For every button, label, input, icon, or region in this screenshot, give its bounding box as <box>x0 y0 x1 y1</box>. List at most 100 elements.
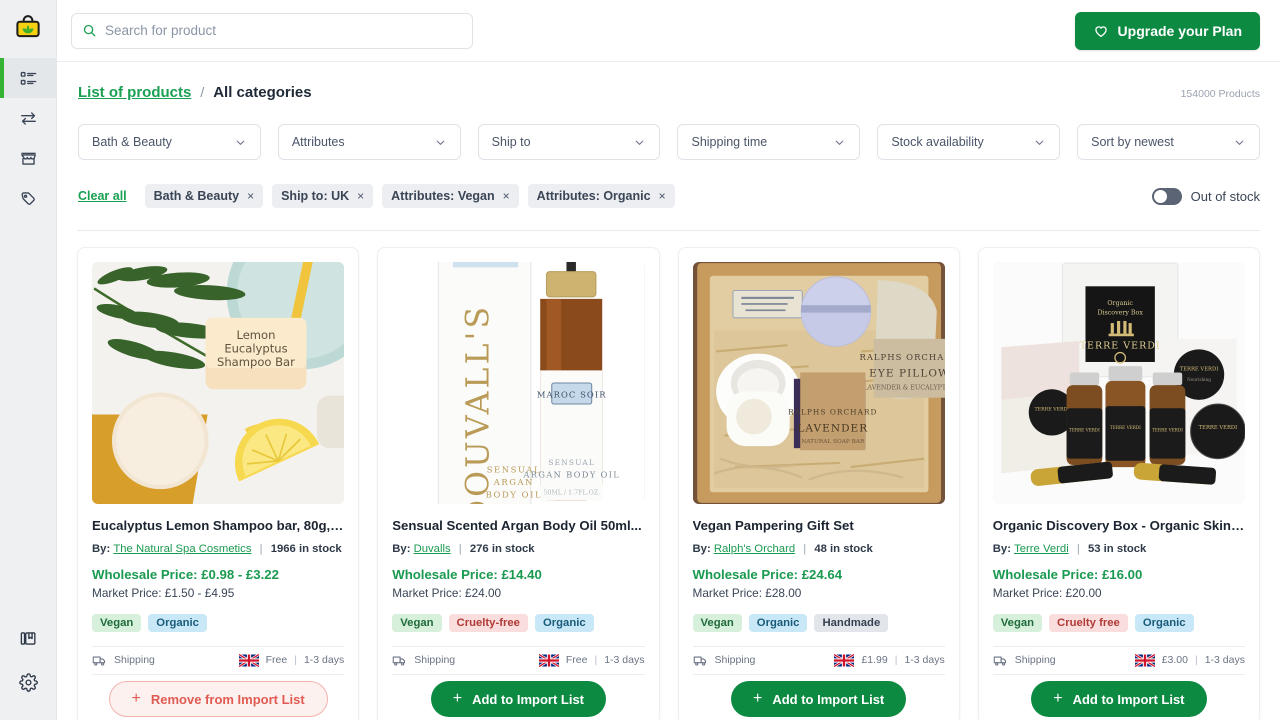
product-title[interactable]: Sensual Scented Argan Body Oil 50ml... <box>392 518 644 534</box>
filter-stock-availability-label: Stock availability <box>891 135 984 149</box>
add-to-import-list-button[interactable]: + Add to Import List <box>730 681 907 718</box>
shipping-separator: | <box>1194 654 1198 667</box>
breadcrumb-current-all-categories: All categories <box>213 84 312 101</box>
filter-shipping-time-select[interactable]: Shipping time <box>677 124 861 160</box>
shipping-cost: Free <box>565 654 588 667</box>
shipping-cost: £1.99 <box>861 654 888 667</box>
product-title[interactable]: Organic Discovery Box - Organic Skin Car… <box>993 518 1245 534</box>
vendor-link[interactable]: Terre Verdi <box>1014 543 1069 555</box>
close-icon[interactable]: × <box>503 189 510 203</box>
shipping-label: Shipping <box>414 654 456 667</box>
product-count-label: 154000 Products <box>1180 88 1260 100</box>
upgrade-plan-label: Upgrade your Plan <box>1117 22 1242 39</box>
shipping-time: 1-3 days <box>1204 654 1245 667</box>
sidebar-item-tags[interactable] <box>0 178 56 218</box>
vendor-link[interactable]: Duvalls <box>414 543 451 555</box>
filter-sort-select[interactable]: Sort by newest <box>1077 124 1260 160</box>
product-title[interactable]: Eucalyptus Lemon Shampoo bar, 80g, Zero.… <box>92 518 344 534</box>
product-card[interactable]: RALPHS ORCHARD EYE PILLOW LAVENDER & EUC… <box>677 247 960 720</box>
filter-category-select[interactable]: Bath & Beauty <box>78 124 261 160</box>
svg-text:MAROC SOIR: MAROC SOIR <box>537 390 607 400</box>
wholesale-price: Wholesale Price: £14.40 <box>392 566 542 582</box>
chevron-down-icon <box>234 136 247 149</box>
filter-chip-label: Bath & Beauty <box>153 189 240 203</box>
button-label: Add to Import List <box>472 691 585 707</box>
badge-vegan: Vegan <box>692 613 742 632</box>
sidebar-item-transfers[interactable] <box>0 98 56 138</box>
filter-chip-attributes-vegan[interactable]: Attributes: Vegan × <box>382 184 519 208</box>
svg-text:EYE PILLOW: EYE PILLOW <box>869 368 945 380</box>
product-card[interactable]: MAROC SOIR DOUVALL'S SENSUAL ARGAN BODY … <box>377 247 660 720</box>
market-price: Market Price: £1.50 - £4.95 <box>92 585 235 600</box>
svg-text:SENSUAL: SENSUAL <box>549 458 596 467</box>
market-price: Market Price: £28.00 <box>692 585 802 600</box>
filter-ship-to-select[interactable]: Ship to <box>477 124 661 160</box>
out-of-stock-label: Out of stock <box>1190 188 1260 204</box>
product-image[interactable]: MAROC SOIR DOUVALL'S SENSUAL ARGAN BODY … <box>392 262 645 504</box>
upgrade-plan-button[interactable]: Upgrade your Plan <box>1074 11 1260 50</box>
storefront-icon <box>19 149 38 168</box>
product-image[interactable]: RALPHS ORCHARD EYE PILLOW LAVENDER & EUC… <box>692 262 945 504</box>
vendor-link[interactable]: The Natural Spa Cosmetics <box>113 543 251 555</box>
app-logo[interactable] <box>0 0 56 56</box>
heart-icon <box>1093 23 1109 39</box>
search-input[interactable] <box>105 23 462 38</box>
vendor-separator: | <box>259 542 263 555</box>
attribute-badges: Vegan Organic Handmade <box>692 613 945 632</box>
douvalls-argan-body-oil-photo: MAROC SOIR DOUVALL'S SENSUAL ARGAN BODY … <box>392 262 645 504</box>
product-card[interactable]: Lemon Eucalyptus Shampoo Bar Eucalyptus … <box>77 247 360 720</box>
product-image[interactable]: Organic Discovery Box TERRE VERDI TERRE … <box>992 262 1245 504</box>
sidebar-bottom-nav <box>0 616 56 704</box>
filter-chip-bath-beauty[interactable]: Bath & Beauty × <box>144 184 264 208</box>
filter-chip-ship-to-uk[interactable]: Ship to: UK × <box>272 184 374 208</box>
truck-icon <box>693 653 708 668</box>
clear-all-button[interactable]: Clear all <box>78 189 127 203</box>
app-root: Upgrade your Plan List of products / All… <box>0 0 1280 720</box>
shipping-details: £1.99 | 1-3 days <box>834 653 945 667</box>
product-card[interactable]: Organic Discovery Box TERRE VERDI TERRE … <box>977 247 1260 720</box>
terre-verdi-organic-discovery-box-photo: Organic Discovery Box TERRE VERDI TERRE … <box>992 262 1245 504</box>
filter-bar: Bath & Beauty Attributes Ship to Shippin… <box>77 101 1260 160</box>
wholesale-price: Wholesale Price: £0.98 - £3.22 <box>92 566 279 582</box>
book-icon <box>19 629 38 648</box>
filter-attributes-label: Attributes <box>291 135 345 149</box>
filter-chip-attributes-organic[interactable]: Attributes: Organic × <box>527 184 675 208</box>
sidebar-nav <box>0 58 56 218</box>
badge-organic: Organic <box>748 613 808 632</box>
product-title[interactable]: Vegan Pampering Gift Set <box>693 518 945 534</box>
svg-text:TERRE VERDI: TERRE VERDI <box>1152 427 1183 432</box>
sidebar-item-library[interactable] <box>0 616 56 660</box>
svg-text:ARGAN BODY OIL: ARGAN BODY OIL <box>523 470 621 480</box>
vendor-link[interactable]: Ralph's Orchard <box>714 543 795 555</box>
shipping-time: 1-3 days <box>904 654 945 667</box>
filter-attributes-select[interactable]: Attributes <box>277 124 461 160</box>
close-icon[interactable]: × <box>247 189 254 203</box>
remove-from-import-list-button[interactable]: + Remove from Import List <box>108 681 328 718</box>
filter-stock-availability-select[interactable]: Stock availability <box>877 124 1061 160</box>
svg-text:MAROC SOIR: MAROC SOIR <box>447 262 524 263</box>
search-box[interactable] <box>71 12 473 49</box>
sidebar-item-list-of-products[interactable] <box>0 58 56 98</box>
shipping-cost: Free <box>265 654 288 667</box>
vendor-separator: | <box>1076 542 1080 555</box>
add-to-import-list-button[interactable]: + Add to Import List <box>430 681 607 718</box>
svg-text:TERRE VERDI: TERRE VERDI <box>1079 340 1160 351</box>
add-to-import-list-button[interactable]: + Add to Import List <box>1031 681 1207 718</box>
button-label: Add to Import List <box>1072 691 1185 707</box>
out-of-stock-toggle-group: Out of stock <box>1151 187 1260 205</box>
sidebar-item-settings[interactable] <box>0 660 56 704</box>
shipping-label: Shipping <box>114 654 155 667</box>
shipping-row: Shipping £3.00 | 1-3 days <box>993 647 1245 674</box>
close-icon[interactable]: × <box>659 189 666 203</box>
uk-flag-icon <box>538 653 559 667</box>
svg-text:TERRE VERDI: TERRE VERDI <box>1110 425 1141 430</box>
out-of-stock-toggle[interactable] <box>1151 187 1182 205</box>
shipping-separator: | <box>294 654 297 667</box>
filter-ship-to-label: Ship to <box>491 135 531 149</box>
close-icon[interactable]: × <box>357 189 364 203</box>
sidebar-item-stores[interactable] <box>0 138 56 178</box>
shipping-details: Free | 1-3 days <box>238 653 344 667</box>
product-image[interactable]: Lemon Eucalyptus Shampoo Bar <box>92 262 345 504</box>
filter-chip-label: Attributes: Organic <box>536 189 651 203</box>
breadcrumb-link-list-of-products[interactable]: List of products <box>78 84 191 101</box>
